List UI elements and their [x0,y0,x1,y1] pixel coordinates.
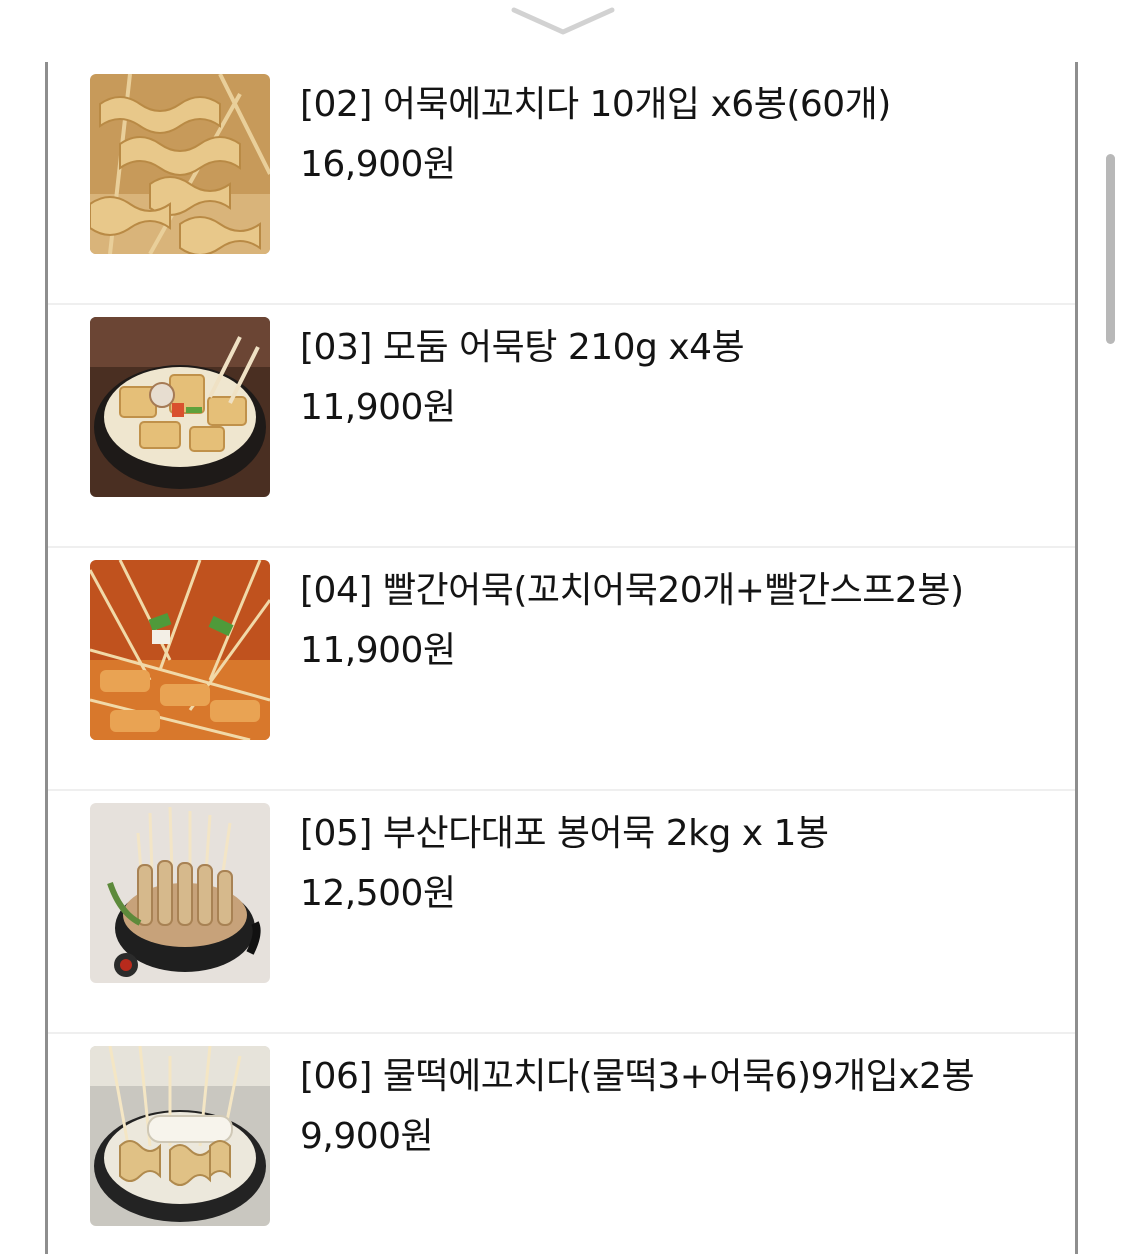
rice-cake-fish-cake-pot-photo [90,1046,270,1226]
product-price: 11,900원 [300,387,456,428]
product-name: [02] 어묵에꼬치다 10개입 x6봉(60개) [300,84,891,125]
scrollbar-thumb[interactable] [1106,154,1115,344]
fish-cake-skewers-photo [90,74,270,254]
product-item[interactable]: [06] 물떡에꼬치다(물떡3+어묵6)9개입x2봉 9,900원 [48,1034,1075,1254]
product-price: 12,500원 [300,873,456,914]
product-item[interactable]: [04] 빨간어묵(꼬치어묵20개+빨간스프2봉) 11,900원 [48,548,1075,791]
product-price: 9,900원 [300,1116,434,1157]
chevron-down-icon[interactable] [510,4,616,38]
fish-cake-soup-pot-photo [90,317,270,497]
product-item[interactable]: [02] 어묵에꼬치다 10개입 x6봉(60개) 16,900원 [48,62,1075,305]
product-name: [03] 모둠 어묵탕 210g x4봉 [300,327,745,368]
product-name: [06] 물떡에꼬치다(물떡3+어묵6)9개입x2봉 [300,1056,975,1097]
product-name: [05] 부산다대포 봉어묵 2kg x 1봉 [300,813,829,854]
product-item[interactable]: [05] 부산다대포 봉어묵 2kg x 1봉 12,500원 [48,791,1075,1034]
product-price: 16,900원 [300,144,456,185]
product-name: [04] 빨간어묵(꼬치어묵20개+빨간스프2봉) [300,570,964,611]
product-item[interactable]: [03] 모둠 어묵탕 210g x4봉 11,900원 [48,305,1075,548]
stick-fish-cake-bowl-photo [90,803,270,983]
product-list: [02] 어묵에꼬치다 10개입 x6봉(60개) 16,900원 [03] 모… [45,62,1078,1254]
spicy-fish-cake-skewers-photo [90,560,270,740]
product-price: 11,900원 [300,630,456,671]
